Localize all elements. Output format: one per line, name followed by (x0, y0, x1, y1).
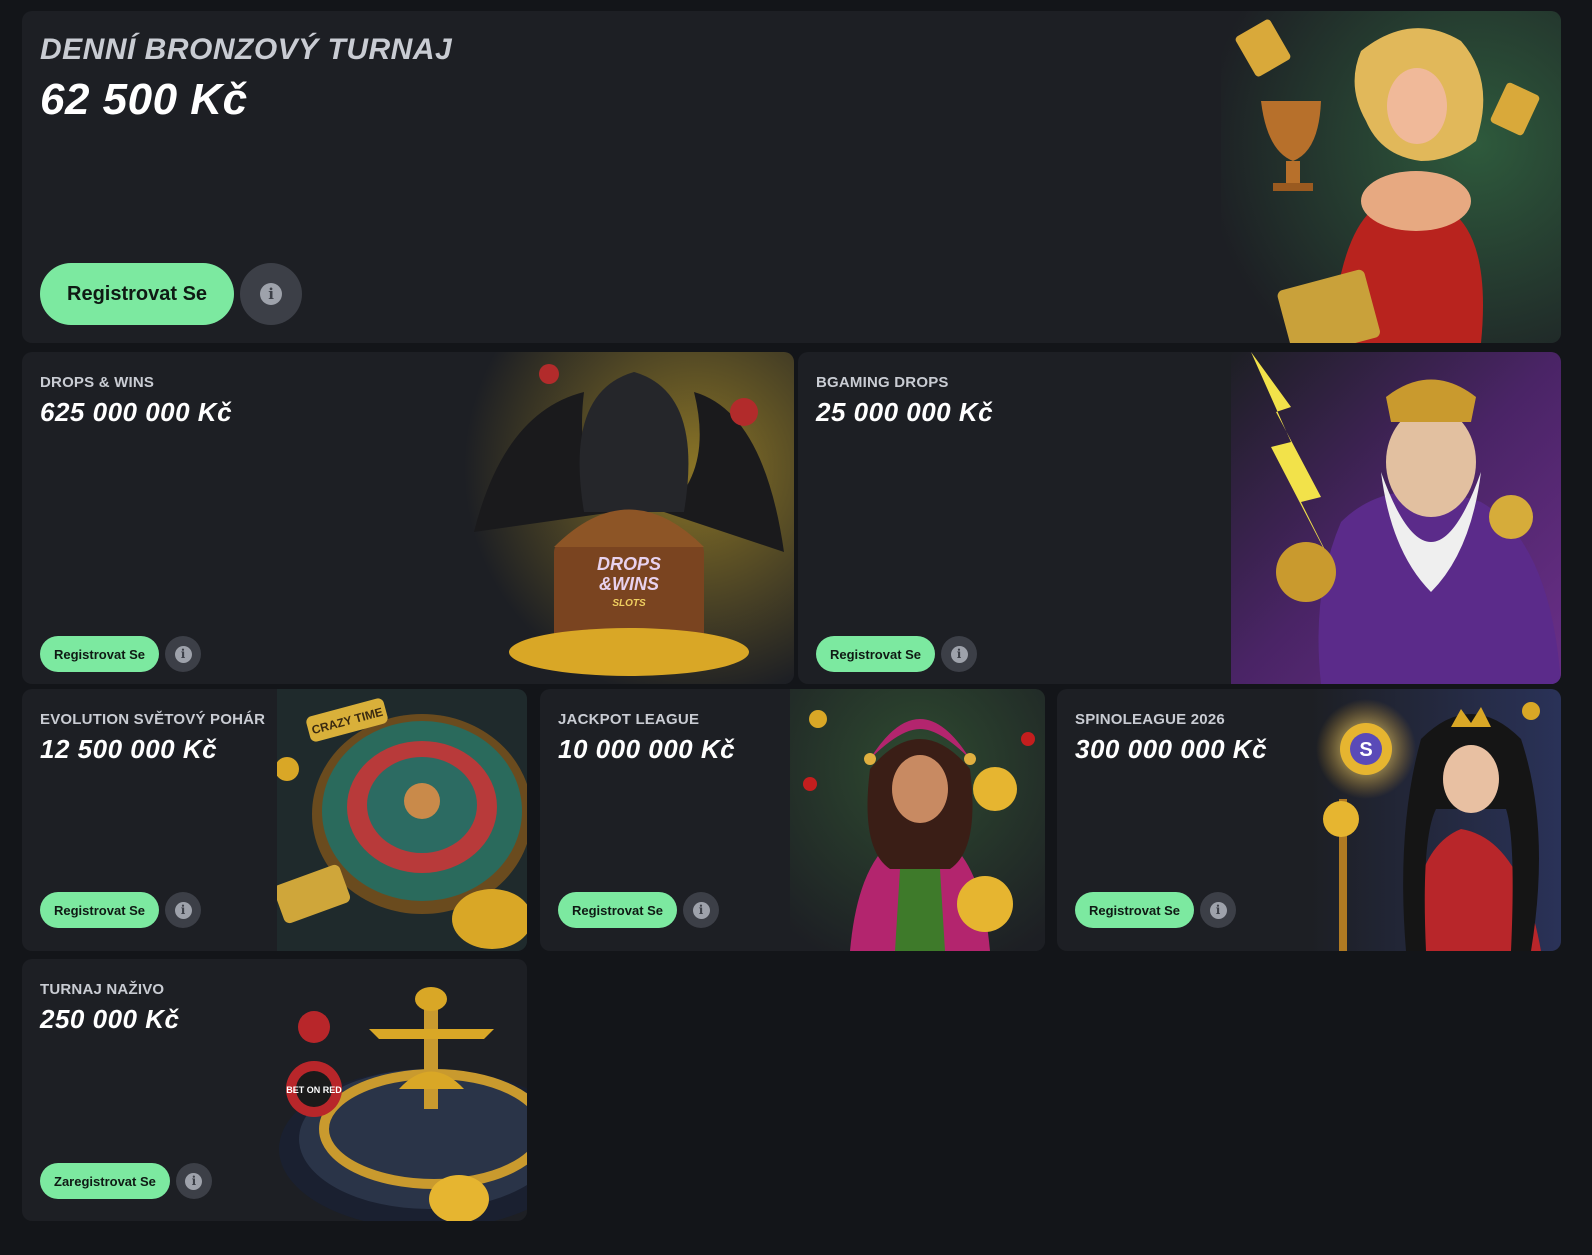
tournament-card-turnaj-nazivo[interactable]: TURNAJ NAŽIVO 250 000 Kč Zaregistrovat S… (22, 959, 527, 1221)
svg-text:SLOTS: SLOTS (612, 598, 646, 609)
dragon-treasure-illustration: DROPS &WINS SLOTS (464, 352, 794, 684)
tournament-card-drops-wins[interactable]: DROPS & WINS 625 000 000 Kč Registrovat … (22, 352, 794, 684)
register-button[interactable]: Registrovat Se (1075, 892, 1195, 928)
register-button[interactable]: Registrovat Se (558, 892, 678, 928)
tournament-prize: 300 000 000 Kč (1075, 734, 1268, 764)
register-button[interactable]: Registrovat Se (40, 892, 160, 928)
info-icon[interactable]: i (941, 636, 978, 672)
tournament-category: DROPS & WINS (40, 374, 155, 391)
live-roulette-illustration: BET ON RED (269, 959, 527, 1221)
register-button[interactable]: Registrovat Se (816, 636, 936, 672)
roulette-wheel-illustration: CRAZY TIME (277, 689, 527, 951)
svg-text:&WINS: &WINS (599, 574, 659, 594)
info-icon[interactable]: i (683, 892, 720, 928)
tournament-card-denni-bronzovy[interactable]: DENNÍ BRONZOVÝ TURNAJ 62 500 Kč Registro… (22, 11, 1561, 343)
info-icon[interactable]: i (1200, 892, 1237, 928)
tournament-card-spinoleague[interactable]: SPINOLEAGUE 2026 300 000 000 Kč Registro… (1057, 689, 1561, 951)
tournament-category: TURNAJ NAŽIVO (40, 981, 165, 998)
tournament-category: JACKPOT LEAGUE (558, 711, 700, 728)
register-button[interactable]: Registrovat Se (40, 636, 160, 672)
tournament-prize: 62 500 Kč (40, 75, 248, 124)
tournament-category: DENNÍ BRONZOVÝ TURNAJ (40, 33, 453, 66)
tournament-prize: 12 500 000 Kč (40, 734, 218, 764)
tournament-prize: 25 000 000 Kč (816, 397, 994, 427)
tournament-prize: 625 000 000 Kč (40, 397, 233, 427)
info-icon[interactable]: i (175, 1163, 212, 1199)
tournament-card-bgaming-drops[interactable]: BGAMING DROPS 25 000 000 Kč Registrovat … (798, 352, 1561, 684)
register-button[interactable]: Zaregistrovat Se (40, 1163, 170, 1199)
tournament-category: EVOLUTION SVĚTOVÝ POHÁR (40, 711, 266, 728)
svg-text:BET ON RED: BET ON RED (286, 1085, 342, 1095)
tournament-category: BGAMING DROPS (816, 374, 949, 391)
svg-text:DROPS: DROPS (597, 554, 661, 574)
tournament-card-jackpot-league[interactable]: JACKPOT LEAGUE 10 000 000 Kč Registrovat… (540, 689, 1045, 951)
tournament-category: SPINOLEAGUE 2026 (1075, 711, 1225, 728)
register-button[interactable]: Registrovat Se (40, 263, 235, 325)
svg-text:S: S (1359, 739, 1372, 761)
tournament-card-evolution[interactable]: EVOLUTION SVĚTOVÝ POHÁR 12 500 000 Kč Re… (22, 689, 527, 951)
tournament-prize: 10 000 000 Kč (558, 734, 736, 764)
lightning-god-illustration (1231, 352, 1561, 684)
queen-staff-illustration: S (1311, 689, 1561, 951)
jester-woman-illustration (790, 689, 1045, 951)
tournament-prize: 250 000 Kč (40, 1004, 180, 1034)
info-icon[interactable]: i (165, 636, 202, 672)
info-icon[interactable]: i (165, 892, 202, 928)
info-icon[interactable]: i (240, 263, 303, 325)
trophy-woman-illustration (1221, 11, 1561, 343)
